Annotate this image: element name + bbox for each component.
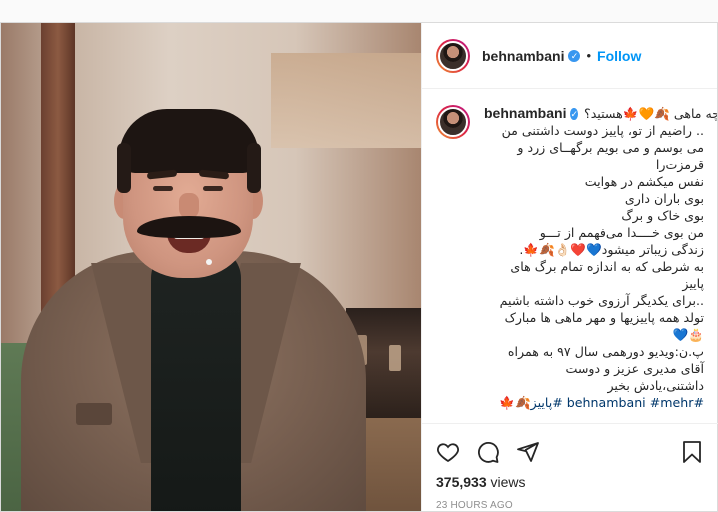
- caption-line: می بوسم و می بویم برگهــای زرد و: [517, 140, 704, 155]
- caption-line: آقای مدیری عزیز و دوست: [565, 361, 704, 376]
- avatar[interactable]: [436, 38, 470, 73]
- caption-line: قرمزت‌را: [655, 157, 704, 172]
- caption-line: بوی خاک و برگ: [621, 208, 704, 223]
- view-count-label: views: [490, 474, 526, 490]
- follow-button[interactable]: Follow: [597, 48, 641, 64]
- hashtag-link[interactable]: #mehr: [650, 395, 694, 410]
- caption-line: زندگی زیباتر میشود💙❤️👌🏻🍂🍁.: [519, 242, 704, 257]
- hashtags: #behnambani #mehr #پاییز🍂🍁: [484, 394, 704, 411]
- hashtag-link[interactable]: #پاییز🍂🍁: [499, 395, 563, 410]
- caption: behnambani ✓ متولد چه ماهی 🍂🧡🍁هستید؟ .. …: [484, 105, 717, 423]
- caption-username[interactable]: behnambani: [484, 105, 566, 122]
- header-username[interactable]: behnambani: [482, 48, 564, 64]
- caption-line: من بوی خــــدا می‌فهمم از تـــو: [539, 225, 704, 240]
- caption-line: ..برای یکدیگر آرزوی خوب داشته باشیم: [499, 293, 704, 308]
- view-count-number: 375,933: [436, 474, 487, 490]
- caption-line: تولد همه پاییزیها و مهر ماهی ها مبارک: [504, 310, 704, 325]
- post-container: behnambani ✓ • Follow behnambani ✓ متولد…: [0, 22, 718, 512]
- separator-dot: •: [586, 48, 592, 63]
- view-count[interactable]: 375,933 views: [436, 474, 704, 490]
- post-footer: 375,933 views 23 HOURS AGO: [422, 423, 718, 511]
- verified-badge-icon: ✓: [568, 49, 581, 62]
- caption-line: .. راضیم از تو، پاییز دوست داشتنی من: [501, 123, 704, 138]
- caption-area: behnambani ✓ متولد چه ماهی 🍂🧡🍁هستید؟ .. …: [422, 89, 717, 423]
- caption-line: نفس میکشم در هوایت: [584, 174, 704, 189]
- action-bar: [436, 432, 704, 472]
- comment-icon[interactable]: [476, 440, 500, 464]
- bookmark-icon[interactable]: [680, 440, 704, 464]
- caption-line: پ.ن:ویدیو دورهمی سال ۹۷ به همراه: [507, 344, 704, 359]
- caption-line: 🎂💙: [672, 327, 704, 342]
- heart-icon[interactable]: [436, 440, 460, 464]
- caption-first-line: متولد چه ماهی 🍂🧡🍁هستید؟: [584, 106, 717, 121]
- video-frame: [1, 23, 421, 511]
- caption-line: به شرطی که به اندازه تمام برگ های: [510, 259, 704, 274]
- caption-line: داشتنی،یادش بخیر: [607, 378, 704, 393]
- caption-line: پاییز: [682, 276, 704, 291]
- post-sidebar: behnambani ✓ • Follow behnambani ✓ متولد…: [421, 23, 718, 511]
- post-video[interactable]: [1, 23, 421, 511]
- verified-badge-icon: ✓: [570, 107, 579, 120]
- share-icon[interactable]: [516, 440, 540, 464]
- caption-line: بوی باران داری: [624, 191, 704, 206]
- caption-avatar[interactable]: [436, 105, 470, 139]
- post-timestamp[interactable]: 23 HOURS AGO: [436, 500, 704, 511]
- post-header: behnambani ✓ • Follow: [422, 23, 717, 89]
